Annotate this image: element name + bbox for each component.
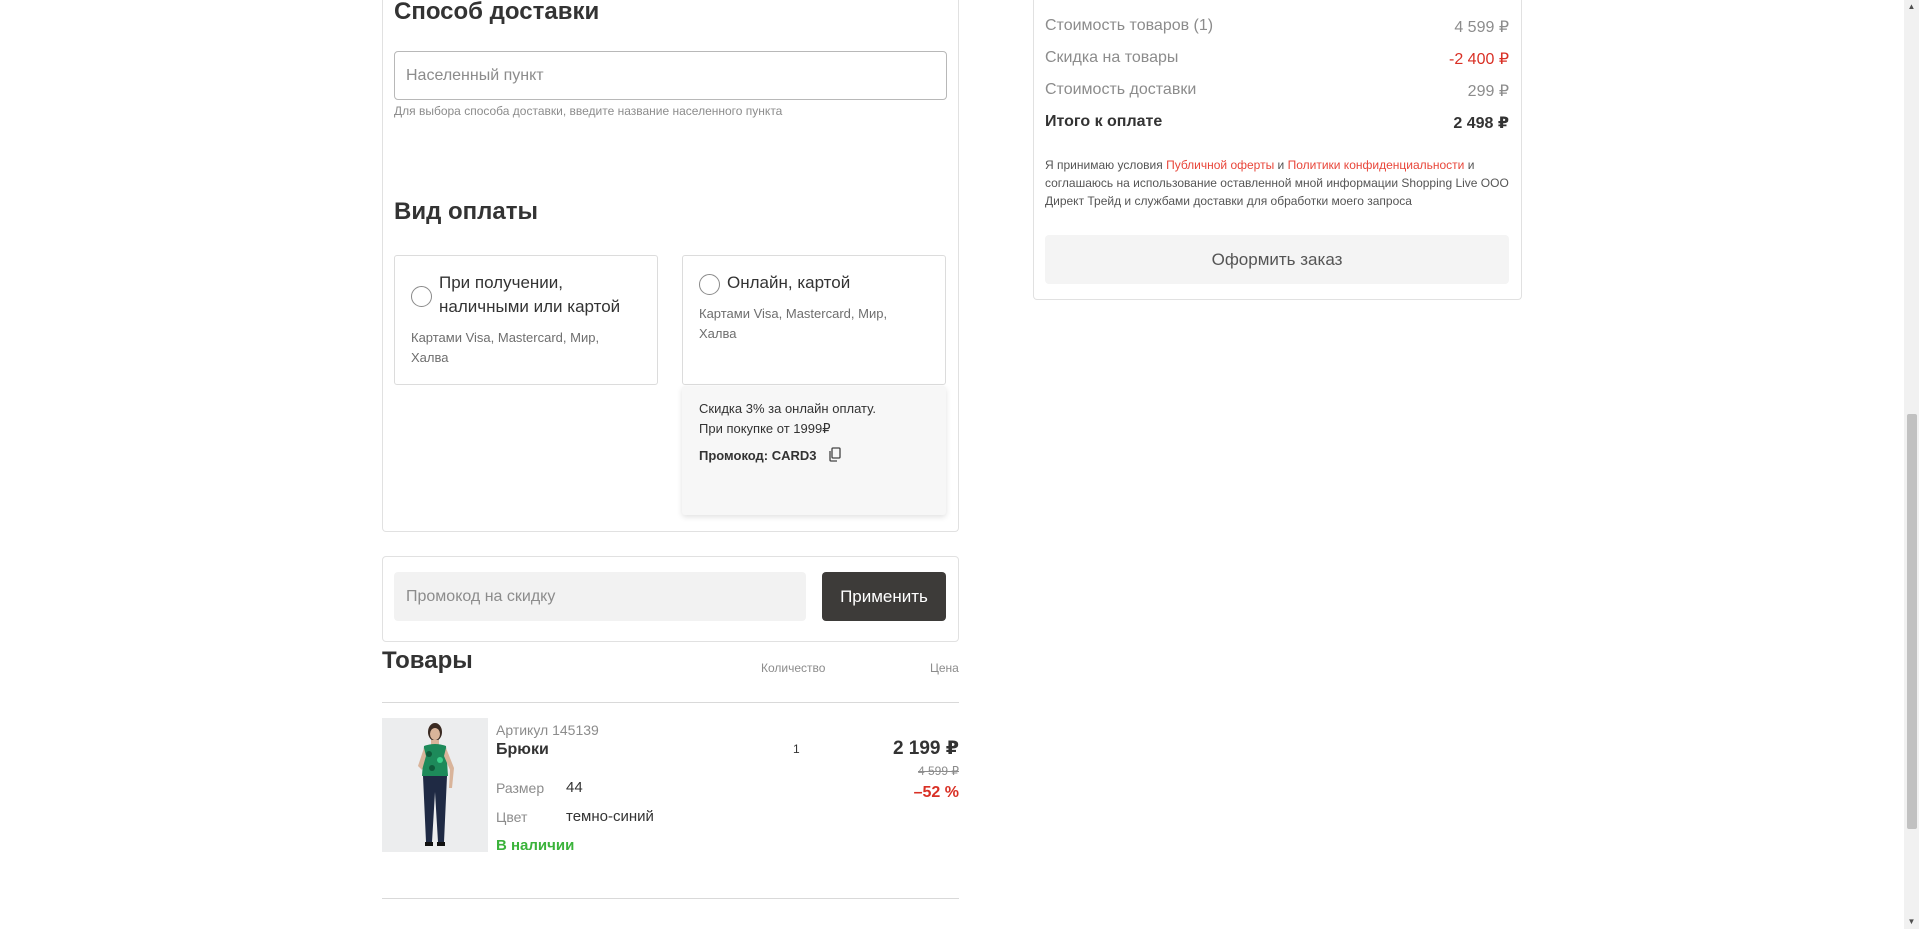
online-discount-popup: Скидка 3% за онлайн оплату. При покупке …: [682, 386, 946, 515]
product-article: Артикул 145139: [496, 722, 599, 738]
product-color-label: Цвет: [496, 809, 528, 825]
delivery-hint: Для выбора способа доставки, введите наз…: [394, 104, 783, 118]
payment-title: Вид оплаты: [394, 198, 538, 225]
delivery-title: Способ доставки: [394, 0, 600, 25]
place-order-button[interactable]: Оформить заказ: [1045, 235, 1509, 284]
agreement-text: Я принимаю условия Публичной оферты и По…: [1045, 156, 1515, 210]
product-discount: –52 %: [913, 784, 959, 801]
goods-bottom-divider: [382, 898, 959, 899]
column-header-quantity: Количество: [761, 661, 826, 675]
agreement-text-part: и: [1274, 158, 1288, 172]
popup-text: При покупке от 1999₽: [699, 421, 831, 436]
payment-option-subtitle: Картами Visa, Mastercard, Мир,: [699, 306, 888, 321]
goods-title: Товары: [382, 647, 473, 674]
payment-option-subtitle: Картами Visa, Mastercard, Мир,: [411, 330, 600, 345]
payment-option-subtitle: Халва: [699, 326, 737, 341]
popup-text: Скидка 3% за онлайн оплату.: [699, 401, 876, 416]
payment-radio-online[interactable]: [699, 274, 720, 295]
column-header-price: Цена: [930, 661, 959, 675]
product-size-label: Размер: [496, 780, 545, 796]
payment-option-subtitle: Халва: [411, 350, 449, 365]
public-offer-link[interactable]: Публичной оферты: [1166, 158, 1274, 172]
payment-option-title: Онлайн, картой: [727, 273, 851, 292]
summary-total-value: 2 498 ₽: [1453, 115, 1509, 132]
summary-goods-cost-label: Стоимость товаров (1): [1045, 17, 1214, 34]
product-quantity: 1: [793, 742, 800, 756]
payment-radio-cash[interactable]: [411, 286, 432, 307]
scroll-down-arrow-icon[interactable]: ▼: [1904, 915, 1919, 929]
stock-status: В наличии: [496, 837, 575, 854]
copy-icon[interactable]: [828, 447, 842, 463]
product-price: 2 199 ₽: [892, 738, 959, 759]
product-image[interactable]: [382, 718, 488, 852]
scrollbar-thumb[interactable]: [1907, 414, 1917, 829]
summary-total-label: Итого к оплате: [1045, 113, 1163, 130]
product-color-value: темно-синий: [566, 808, 654, 825]
payment-option-cash[interactable]: При получении, наличными или картой Карт…: [394, 255, 658, 385]
privacy-policy-link[interactable]: Политики конфиденциальности: [1288, 158, 1465, 172]
apply-promo-button[interactable]: Применить: [822, 572, 946, 621]
summary-delivery-value: 299 ₽: [1467, 83, 1509, 100]
product-size-value: 44: [566, 779, 583, 796]
summary-delivery-label: Стоимость доставки: [1045, 81, 1197, 98]
summary-discount-label: Скидка на товары: [1045, 49, 1179, 66]
goods-divider: [382, 702, 959, 703]
city-input[interactable]: [394, 51, 947, 100]
product-old-price: 4 599 ₽: [918, 764, 959, 778]
scroll-up-arrow-icon[interactable]: ▲: [1904, 0, 1919, 14]
summary-discount-value: -2 400 ₽: [1449, 51, 1509, 68]
payment-option-online[interactable]: Онлайн, картой Картами Visa, Mastercard,…: [682, 255, 946, 385]
promo-code-input[interactable]: [394, 572, 806, 621]
payment-option-title: наличными или картой: [439, 297, 621, 316]
product-name[interactable]: Брюки: [496, 741, 549, 759]
payment-option-title: При получении,: [439, 273, 564, 292]
summary-goods-cost-value: 4 599 ₽: [1454, 19, 1509, 36]
agreement-text-part: Я принимаю условия: [1045, 158, 1167, 172]
popup-promo-code: Промокод: CARD3: [699, 448, 817, 463]
